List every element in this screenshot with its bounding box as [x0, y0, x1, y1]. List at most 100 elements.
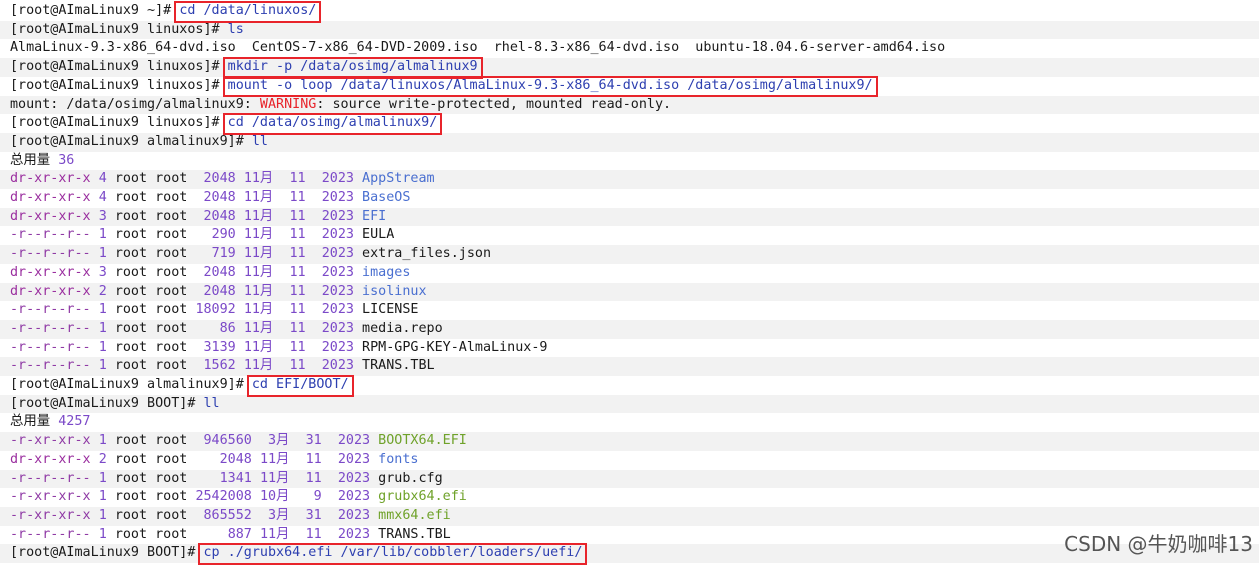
file-month: 10月 [259, 489, 290, 505]
listing-row: -r--r--r-- 1 root root 3139 11月 11 2023 … [0, 339, 547, 358]
link-count: 2 [98, 283, 107, 299]
file-name: mmx64.efi [378, 507, 451, 523]
file-day: 11 [289, 227, 306, 243]
file-group: root [155, 489, 188, 505]
file-owner: root [114, 302, 148, 318]
listing-row: -r--r--r-- 1 root root 1341 11月 11 2023 … [0, 469, 1259, 489]
file-group: root [155, 171, 188, 187]
file-group: root [155, 227, 188, 243]
link-count: 1 [98, 320, 107, 336]
file-day: 11 [289, 190, 306, 205]
file-month: 11月 [243, 320, 274, 336]
file-year: 2023 [321, 339, 354, 355]
file-day: 11 [305, 451, 322, 467]
file-name: TRANS.TBL [362, 358, 435, 374]
highlight-box [174, 1, 322, 23]
file-name: LICENSE [362, 302, 419, 318]
command-line: [root@AImaLinux9 linuxos]# mkdir -p /dat… [0, 58, 1259, 77]
file-owner: root [114, 433, 148, 449]
file-month: 11月 [243, 358, 274, 374]
file-group: root [155, 358, 188, 374]
file-year: 2023 [321, 302, 354, 318]
shell-prompt: [root@AImaLinux9 ~]# [10, 3, 180, 18]
warning-label: WARNING [259, 96, 317, 112]
file-month: 11月 [243, 171, 274, 187]
listing-row: dr-xr-xr-x 4 root root 2048 11月 11 2023 … [0, 170, 1259, 189]
listing-row: dr-xr-xr-x 4 root root 2048 11月 11 2023 … [0, 189, 410, 208]
file-group: root [155, 190, 188, 205]
file-owner: root [114, 358, 148, 374]
file-name: images [362, 264, 411, 280]
file-day: 31 [305, 507, 322, 523]
file-size: 2048 [203, 171, 236, 187]
file-day: 31 [305, 433, 322, 449]
link-count: 1 [98, 358, 107, 374]
mount-message: mount: /data/osimg/almalinux9: WARNING: … [0, 95, 1259, 115]
link-count: 1 [98, 470, 107, 486]
file-month: 11月 [243, 208, 274, 224]
file-owner: root [114, 470, 148, 486]
link-count: 1 [98, 246, 107, 262]
link-count: 4 [98, 190, 107, 205]
file-name: isolinux [362, 283, 427, 299]
file-month: 11月 [243, 283, 274, 299]
file-owner: root [114, 339, 148, 355]
link-count: 1 [98, 433, 107, 449]
shell-prompt: [root@AImaLinux9 linuxos]# [10, 115, 228, 131]
file-month: 3月 [268, 507, 290, 523]
file-name: extra_files.json [362, 246, 492, 262]
listing-row: dr-xr-xr-x 2 root root 2048 11月 11 2023 … [0, 451, 418, 470]
file-name: media.repo [362, 320, 443, 336]
file-year: 2023 [321, 320, 354, 336]
listing-row: dr-xr-xr-x 3 root root 2048 11月 11 2023 … [0, 264, 410, 283]
file-group: root [155, 283, 188, 299]
listing-row: -r--r--r-- 1 root root 18092 11月 11 2023… [0, 301, 418, 320]
file-permissions: -r-xr-xr-x [10, 433, 91, 449]
terminal-window[interactable]: [root@AImaLinux9 ~]# cd /data/linuxos/[r… [0, 0, 1259, 565]
file-group: root [155, 320, 188, 336]
command-text: ll [203, 395, 220, 411]
file-year: 2023 [321, 358, 354, 374]
link-count: 1 [98, 526, 107, 542]
file-month: 3月 [268, 433, 290, 449]
listing-row: -r--r--r-- 1 root root 290 11月 11 2023 E… [0, 226, 394, 245]
file-year: 2023 [337, 489, 371, 505]
file-name: fonts [378, 451, 419, 467]
highlight-box [246, 375, 354, 397]
total-line: 总用量 36 [0, 152, 74, 171]
file-month: 11月 [243, 246, 274, 262]
file-year: 2023 [337, 526, 371, 542]
file-month: 11月 [259, 526, 290, 542]
file-permissions: dr-xr-xr-x [10, 208, 91, 224]
file-group: root [155, 433, 188, 449]
highlight-box [222, 113, 443, 135]
file-owner: root [114, 489, 148, 505]
file-owner: root [114, 451, 148, 467]
file-day: 11 [289, 246, 306, 262]
file-group: root [155, 526, 188, 542]
file-owner: root [114, 507, 148, 523]
file-day: 11 [289, 264, 306, 280]
listing-row: dr-xr-xr-x 3 root root 2048 11月 11 2023 … [0, 207, 1259, 227]
file-day: 11 [289, 358, 306, 374]
file-month: 11月 [243, 302, 274, 318]
file-group: root [155, 264, 188, 280]
file-day: 11 [289, 302, 306, 318]
file-permissions: -r--r--r-- [10, 470, 91, 486]
file-permissions: -r--r--r-- [10, 339, 91, 355]
file-size: 2542008 [195, 489, 252, 505]
command-text: ll [251, 133, 268, 149]
file-permissions: -r--r--r-- [10, 358, 91, 374]
file-day: 11 [305, 526, 322, 542]
total-value: 4257 [58, 414, 91, 430]
listing-row: dr-xr-xr-x 2 root root 2048 11月 11 2023 … [0, 282, 1259, 302]
command-line: [root@AImaLinux9 BOOT]# ll [0, 394, 1259, 414]
file-owner: root [114, 283, 148, 299]
listing-row: -r-xr-xr-x 1 root root 865552 3月 31 2023… [0, 506, 1259, 526]
file-year: 2023 [337, 433, 371, 449]
file-name: grub.cfg [378, 470, 443, 486]
file-permissions: dr-xr-xr-x [10, 283, 91, 299]
file-year: 2023 [337, 507, 371, 523]
file-year: 2023 [321, 227, 354, 243]
file-month: 11月 [243, 227, 274, 243]
